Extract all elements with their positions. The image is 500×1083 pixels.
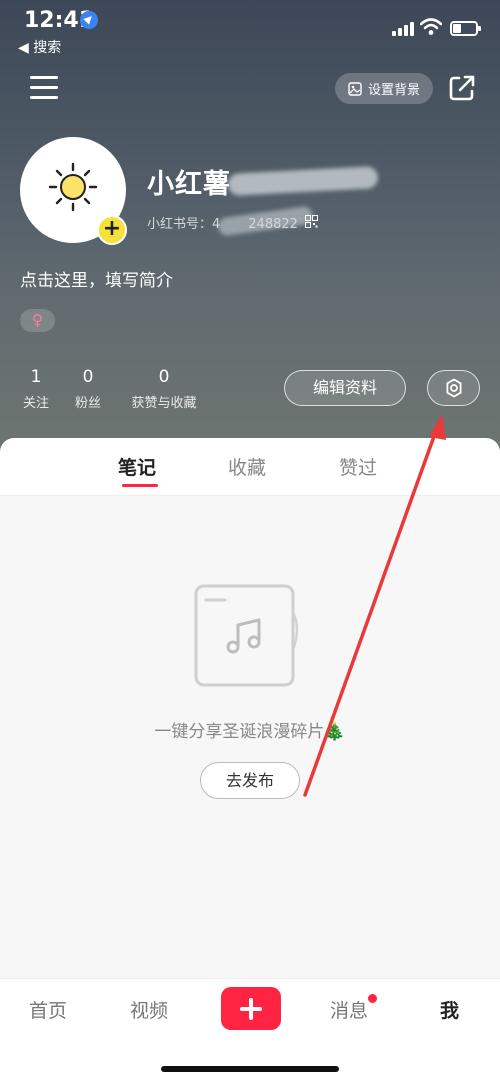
followers-label: 粉丝 bbox=[74, 396, 101, 411]
followers-count: 0 bbox=[82, 367, 94, 387]
following-count: 1 bbox=[30, 367, 42, 387]
battery-icon bbox=[450, 21, 481, 36]
tab-liked[interactable]: 赞过 bbox=[339, 453, 377, 480]
stat-likes-collections[interactable]: 0 获赞与收藏 bbox=[126, 367, 202, 411]
empty-state-text: 一键分享圣诞浪漫碎片🎄 bbox=[154, 722, 346, 742]
gender-tag: ♀ bbox=[20, 309, 55, 332]
qr-code-icon[interactable] bbox=[305, 215, 318, 228]
tab-collections[interactable]: 收藏 bbox=[228, 453, 266, 480]
stat-followers[interactable]: 0 粉丝 bbox=[72, 367, 104, 411]
back-to-search-link[interactable]: ◀ 搜索 bbox=[18, 37, 61, 57]
share-icon[interactable] bbox=[448, 74, 476, 102]
location-arrow-icon bbox=[80, 11, 98, 29]
post-plus-button[interactable] bbox=[221, 987, 281, 1030]
active-tab-indicator bbox=[122, 484, 158, 487]
nav-me[interactable]: 我 bbox=[440, 996, 459, 1023]
avatar-add-button[interactable]: + bbox=[97, 215, 127, 245]
menu-icon[interactable] bbox=[30, 74, 58, 100]
signal-icon bbox=[392, 22, 414, 36]
set-background-button[interactable]: 设置背景 bbox=[335, 73, 433, 104]
nav-video[interactable]: 视频 bbox=[130, 996, 168, 1023]
status-bar: 12:41 ◀ 搜索 bbox=[0, 0, 500, 62]
content-tabs: 笔记 收藏 赞过 bbox=[0, 438, 500, 496]
likes-count: 0 bbox=[158, 367, 170, 387]
nickname-redaction bbox=[227, 166, 379, 196]
likes-label: 获赞与收藏 bbox=[131, 396, 197, 411]
redbook-id-label: 小红书号：4 bbox=[147, 217, 221, 232]
wifi-icon bbox=[420, 18, 442, 35]
message-badge-dot bbox=[367, 993, 378, 1004]
edit-profile-button[interactable]: 编辑资料 bbox=[284, 370, 406, 406]
stat-following[interactable]: 1 关注 bbox=[20, 367, 52, 411]
empty-state-illustration bbox=[194, 584, 299, 687]
profile-header: 12:41 ◀ 搜索 设置背景 + 小红薯 小红书号：4 点击这里，填写简介 ♀… bbox=[0, 0, 500, 460]
image-icon bbox=[348, 81, 362, 96]
nav-home[interactable]: 首页 bbox=[29, 996, 67, 1023]
bio-text[interactable]: 点击这里，填写简介 bbox=[20, 266, 173, 291]
settings-button[interactable] bbox=[427, 370, 480, 406]
home-indicator bbox=[161, 1066, 339, 1072]
nav-messages[interactable]: 消息 bbox=[330, 996, 368, 1023]
nickname: 小红薯 bbox=[147, 169, 231, 200]
tab-notes[interactable]: 笔记 bbox=[118, 453, 156, 480]
publish-button[interactable]: 去发布 bbox=[200, 762, 300, 799]
gear-icon bbox=[446, 378, 461, 398]
set-background-label: 设置背景 bbox=[367, 83, 420, 98]
following-label: 关注 bbox=[22, 396, 49, 411]
